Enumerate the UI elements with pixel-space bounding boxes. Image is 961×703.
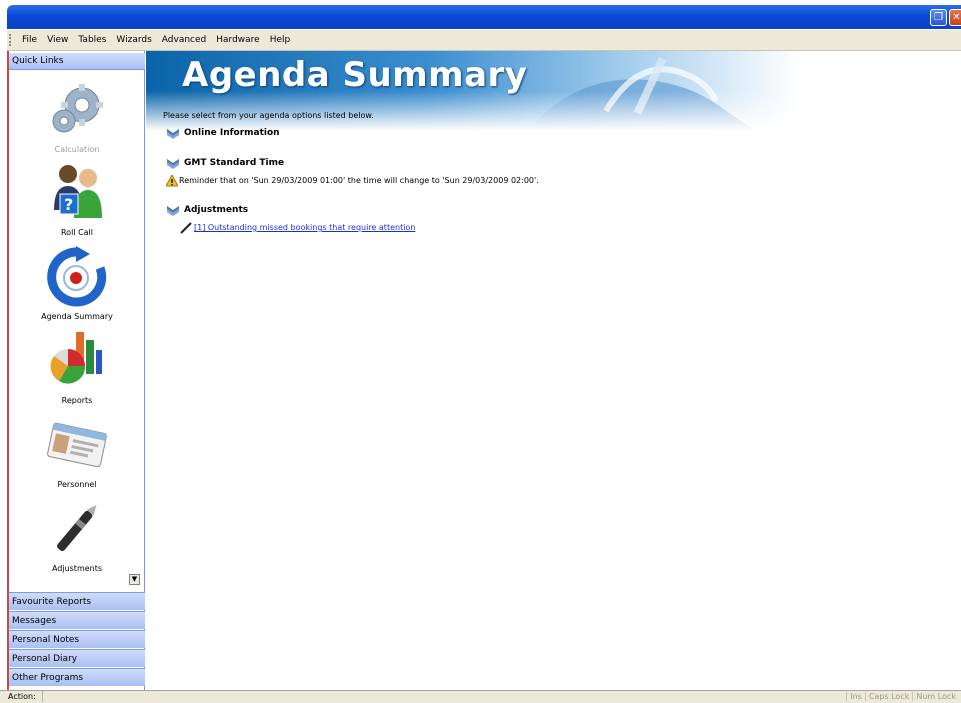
status-ins: Ins bbox=[846, 692, 865, 701]
intro-text: Please select from your agenda options l… bbox=[163, 111, 374, 120]
quick-link-agenda-summary[interactable]: Agenda Summary bbox=[9, 246, 145, 321]
warning-icon bbox=[166, 175, 178, 187]
status-bar: Action: Ins Caps Lock Num Lock bbox=[0, 690, 961, 703]
menu-advanced[interactable]: Advanced bbox=[157, 35, 211, 45]
pie-bar-chart-icon bbox=[42, 330, 112, 392]
restore-icon: ❐ bbox=[934, 12, 943, 23]
menu-view[interactable]: View bbox=[42, 35, 73, 45]
dst-reminder-text: Reminder that on 'Sun 29/03/2009 01:00' … bbox=[179, 176, 539, 185]
quick-link-roll-call[interactable]: ? Roll Call bbox=[9, 162, 145, 237]
scroll-down-icon[interactable]: ▼ bbox=[129, 574, 140, 585]
quick-link-personnel[interactable]: Personnel bbox=[9, 414, 145, 489]
quick-link-reports[interactable]: Reports bbox=[9, 330, 145, 405]
toolbar-grip-icon[interactable] bbox=[9, 34, 17, 46]
id-card-icon bbox=[42, 414, 112, 476]
menu-wizards[interactable]: Wizards bbox=[111, 35, 156, 45]
status-num-lock: Num Lock bbox=[912, 692, 959, 701]
menu-tables[interactable]: Tables bbox=[73, 35, 111, 45]
quick-link-label: Adjustments bbox=[51, 564, 103, 573]
refresh-target-icon bbox=[42, 246, 112, 308]
section-adjustments[interactable]: Adjustments bbox=[184, 205, 248, 215]
people-question-icon: ? bbox=[42, 162, 112, 224]
chevron-down-icon[interactable] bbox=[166, 159, 180, 169]
section-gmt-standard-time[interactable]: GMT Standard Time bbox=[184, 158, 284, 168]
quick-link-label: Agenda Summary bbox=[41, 312, 113, 321]
section-favourite-reports[interactable]: Favourite Reports bbox=[9, 592, 145, 610]
status-indicators: Ins Caps Lock Num Lock bbox=[846, 692, 959, 701]
menu-bar: File View Tables Wizards Advanced Hardwa… bbox=[7, 30, 961, 51]
quick-link-adjustments[interactable]: Adjustments bbox=[9, 498, 145, 573]
quick-links-pane: Quick Links Calculation ? Roll Call Agen… bbox=[7, 51, 145, 691]
status-action-label: Action: bbox=[8, 692, 36, 701]
missed-bookings-link[interactable]: [1] Outstanding missed bookings that req… bbox=[194, 223, 415, 232]
quick-links-header[interactable]: Quick Links bbox=[9, 53, 145, 70]
page-title: Agenda Summary bbox=[182, 55, 528, 95]
chevron-down-icon[interactable] bbox=[166, 206, 180, 216]
section-messages[interactable]: Messages bbox=[9, 611, 145, 629]
close-button[interactable]: ✕ bbox=[949, 9, 961, 26]
title-bar: ❐ ✕ bbox=[0, 0, 961, 30]
section-online-information[interactable]: Online Information bbox=[184, 128, 280, 138]
menu-hardware[interactable]: Hardware bbox=[211, 35, 264, 45]
quick-link-label: Personnel bbox=[57, 480, 97, 489]
quick-link-label: Roll Call bbox=[60, 228, 93, 237]
close-icon: ✕ bbox=[952, 12, 961, 23]
status-caps-lock: Caps Lock bbox=[864, 692, 913, 701]
quick-link-label: Reports bbox=[61, 396, 93, 405]
svg-text:?: ? bbox=[64, 195, 73, 214]
pen-icon bbox=[180, 222, 192, 234]
section-other-programs[interactable]: Other Programs bbox=[9, 668, 145, 686]
menu-file[interactable]: File bbox=[17, 35, 42, 45]
gears-icon bbox=[42, 79, 112, 141]
restore-button[interactable]: ❐ bbox=[930, 9, 947, 26]
section-personal-diary[interactable]: Personal Diary bbox=[9, 649, 145, 667]
quick-link-label: Calculation bbox=[54, 145, 100, 154]
section-personal-notes[interactable]: Personal Notes bbox=[9, 630, 145, 648]
chevron-down-icon[interactable] bbox=[166, 129, 180, 139]
menu-help[interactable]: Help bbox=[265, 35, 296, 45]
title-bar-fill bbox=[7, 5, 961, 29]
pen-icon bbox=[42, 498, 112, 560]
quick-link-calculation[interactable]: Calculation bbox=[9, 79, 145, 154]
status-action-field bbox=[42, 691, 843, 702]
